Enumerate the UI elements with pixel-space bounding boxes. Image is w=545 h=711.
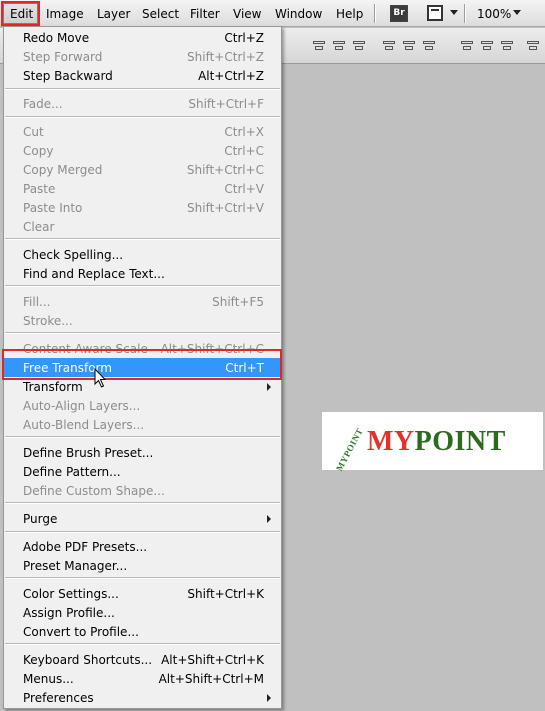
chevron-down-icon[interactable] — [513, 10, 521, 15]
menu-item-stroke[interactable]: Stroke... — [4, 311, 281, 330]
view-extras-icon[interactable] — [427, 5, 443, 21]
submenu-arrow-icon — [267, 515, 271, 523]
distribute-left-icon[interactable] — [526, 39, 540, 52]
menu-edit-label: Edit — [10, 7, 34, 21]
align-vcenter-icon[interactable] — [332, 39, 346, 52]
menu-item-adobe-pdf-presets[interactable]: Adobe PDF Presets... — [4, 537, 281, 556]
menu-filter[interactable]: Filter — [190, 7, 220, 21]
logo-arc-text: MYPOINT — [334, 426, 365, 473]
menu-separator — [5, 238, 280, 240]
menu-item-keyboard-shortcuts[interactable]: Keyboard Shortcuts... Alt+Shift+Ctrl+K — [4, 650, 281, 669]
menu-item-paste-into[interactable]: Paste Into Shift+Ctrl+V — [4, 198, 281, 217]
chevron-down-icon[interactable] — [450, 10, 458, 15]
menu-item-step-backward[interactable]: Step Backward Alt+Ctrl+Z — [4, 66, 281, 85]
menu-item-copy-merged[interactable]: Copy Merged Shift+Ctrl+C — [4, 160, 281, 179]
menu-separator — [5, 88, 280, 90]
canvas-logo-image: MYPOINT MYPOINT — [322, 412, 543, 473]
align-right-icon[interactable] — [422, 39, 436, 52]
menu-item-auto-align-layers[interactable]: Auto-Align Layers... — [4, 396, 281, 415]
logo-wordmark: MYPOINT — [367, 426, 506, 458]
menu-item-purge[interactable]: Purge — [4, 509, 281, 528]
menu-separator — [5, 577, 280, 579]
menu-separator — [5, 332, 280, 334]
logo-my: MY — [367, 426, 415, 457]
menu-item-redo-move[interactable]: Redo Move Ctrl+Z — [4, 28, 281, 47]
align-bottom-icon[interactable] — [352, 39, 366, 52]
menu-item-menus[interactable]: Menus... Alt+Shift+Ctrl+M — [4, 669, 281, 688]
menu-item-check-spelling[interactable]: Check Spelling... — [4, 245, 281, 264]
menu-item-fade[interactable]: Fade... Shift+Ctrl+F — [4, 94, 281, 113]
menu-item-preset-manager[interactable]: Preset Manager... — [4, 556, 281, 575]
submenu-arrow-icon — [267, 383, 271, 391]
bridge-icon[interactable]: Br — [390, 5, 408, 22]
menu-item-paste[interactable]: Paste Ctrl+V — [4, 179, 281, 198]
menu-item-copy[interactable]: Copy Ctrl+C — [4, 141, 281, 160]
zoom-level[interactable]: 100% — [477, 7, 511, 21]
menu-separator — [5, 285, 280, 287]
distribute-top-icon[interactable] — [460, 39, 474, 52]
menu-separator — [5, 502, 280, 504]
submenu-arrow-icon — [267, 694, 271, 702]
menu-separator — [5, 531, 280, 533]
menu-item-auto-blend-layers[interactable]: Auto-Blend Layers... — [4, 415, 281, 434]
menu-separator — [5, 436, 280, 438]
menu-item-cut[interactable]: Cut Ctrl+X — [4, 122, 281, 141]
menu-item-color-settings[interactable]: Color Settings... Shift+Ctrl+K — [4, 584, 281, 603]
menu-item-preferences[interactable]: Preferences — [4, 688, 281, 707]
menu-item-step-forward[interactable]: Step Forward Shift+Ctrl+Z — [4, 47, 281, 66]
menu-item-assign-profile[interactable]: Assign Profile... — [4, 603, 281, 622]
align-left-icon[interactable] — [382, 39, 396, 52]
menu-layer[interactable]: Layer — [97, 7, 130, 21]
menu-edit[interactable]: Edit — [1, 1, 40, 26]
menu-view[interactable]: View — [233, 7, 261, 21]
menu-item-find-replace[interactable]: Find and Replace Text... — [4, 264, 281, 283]
menu-item-define-pattern[interactable]: Define Pattern... — [4, 462, 281, 481]
menu-item-convert-to-profile[interactable]: Convert to Profile... — [4, 622, 281, 641]
menu-separator — [464, 4, 466, 23]
align-hcenter-icon[interactable] — [402, 39, 416, 52]
menu-separator — [374, 4, 376, 23]
menu-separator — [5, 116, 280, 118]
distribute-vcenter-icon[interactable] — [480, 39, 494, 52]
menu-item-fill[interactable]: Fill... Shift+F5 — [4, 292, 281, 311]
distribute-bottom-icon[interactable] — [500, 39, 514, 52]
menu-item-define-custom-shape[interactable]: Define Custom Shape... — [4, 481, 281, 500]
menu-bar: Edit Image Layer Select Filter View Wind… — [0, 0, 545, 27]
free-transform-callout — [2, 349, 282, 380]
align-top-icon[interactable] — [312, 39, 326, 52]
menu-item-define-brush-preset[interactable]: Define Brush Preset... — [4, 443, 281, 462]
menu-separator — [5, 643, 280, 645]
logo-point: POINT — [414, 426, 506, 457]
menu-help[interactable]: Help — [336, 7, 363, 21]
menu-window[interactable]: Window — [275, 7, 322, 21]
menu-select[interactable]: Select — [142, 7, 179, 21]
menu-item-clear[interactable]: Clear — [4, 217, 281, 236]
menu-image[interactable]: Image — [46, 7, 84, 21]
